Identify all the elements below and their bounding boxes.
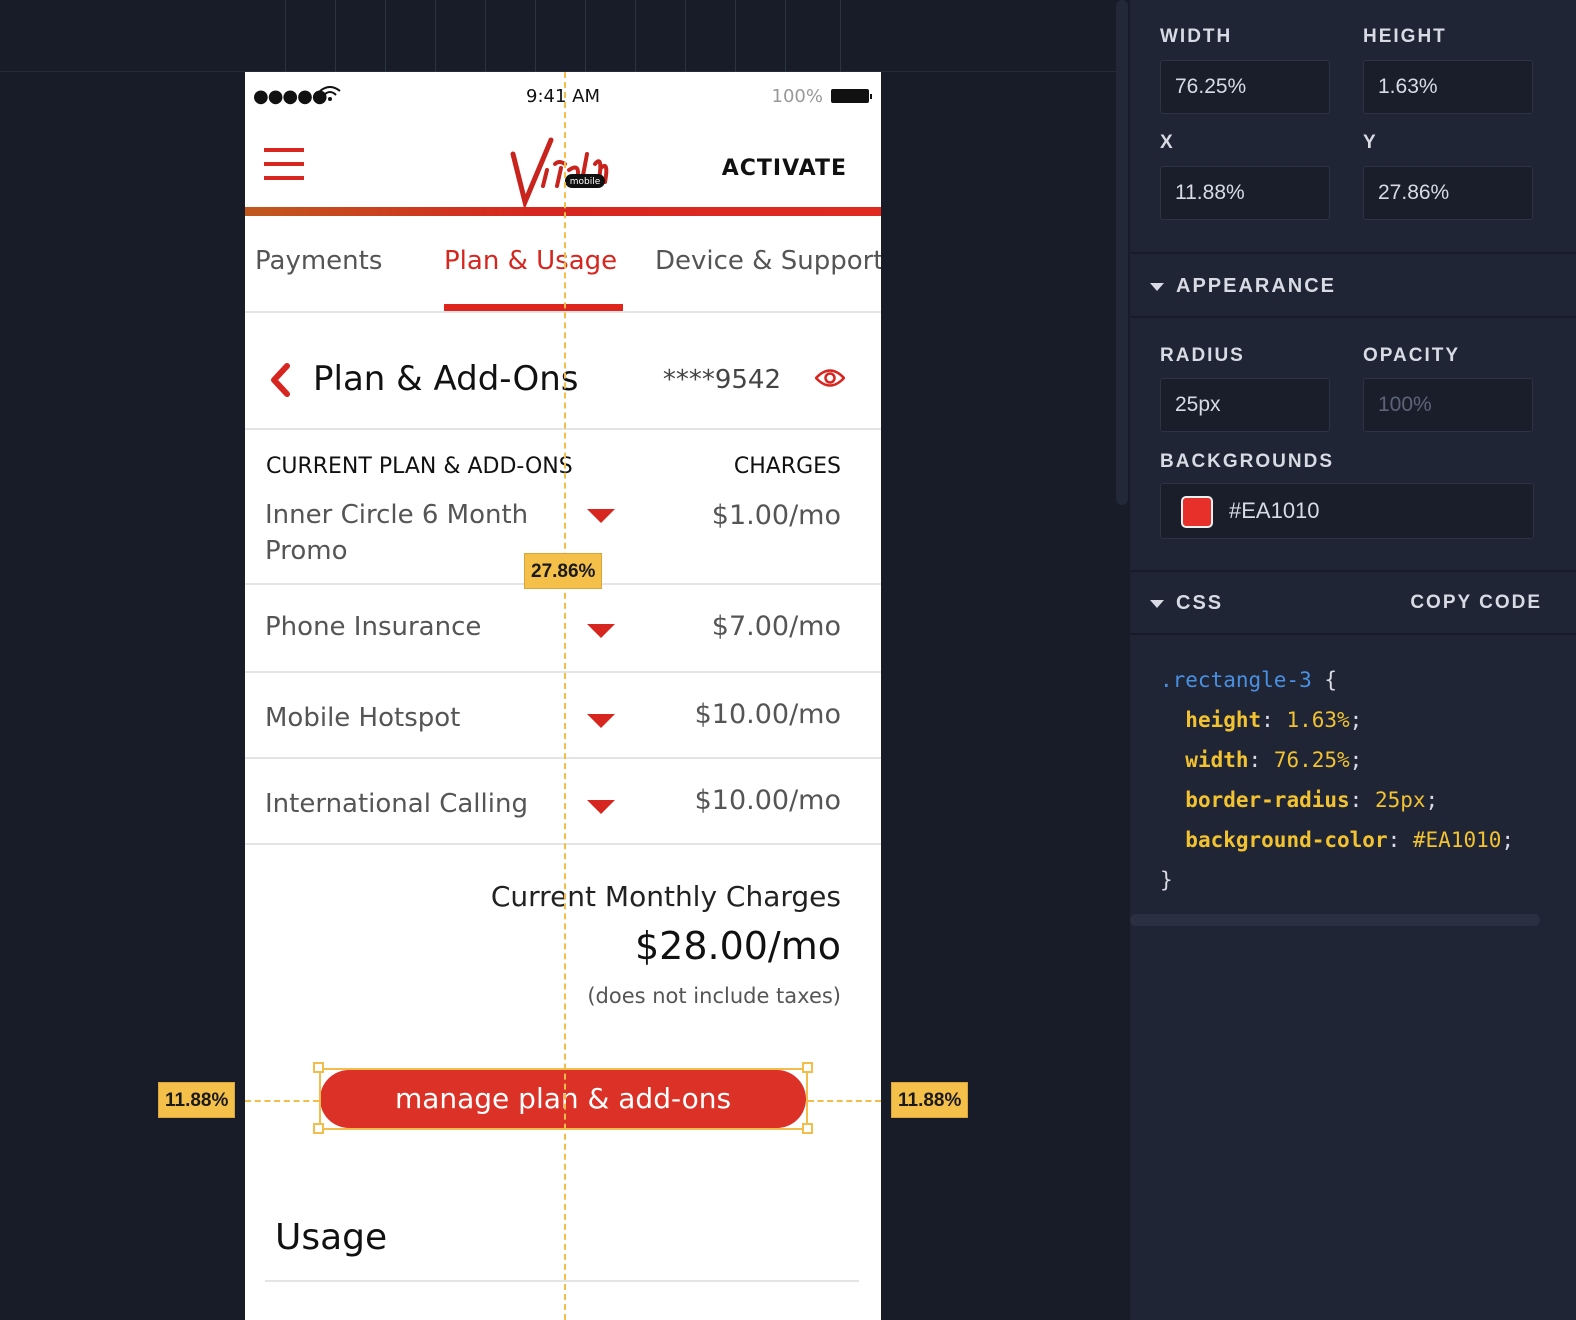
panel-scrollbar[interactable]	[1130, 914, 1540, 926]
ruler-tick	[285, 0, 286, 72]
battery-icon	[831, 89, 872, 103]
brand-bar	[245, 207, 881, 216]
phone-artboard[interactable]: ●●●●● 9:41 AM 100% mobile ACTIVATE Payme…	[245, 72, 881, 1320]
width-label: WIDTH	[1160, 26, 1233, 47]
appearance-label: APPEARANCE	[1176, 275, 1337, 297]
inspector-panel: WIDTH HEIGHT 76.25% 1.63% X Y 11.88% 27.…	[1130, 0, 1576, 1320]
left-offset-badge: 11.88%	[158, 1082, 236, 1118]
divider	[265, 1280, 859, 1282]
height-field[interactable]: 1.63%	[1363, 60, 1533, 114]
ruler-tick	[535, 0, 536, 72]
radius-field[interactable]: 25px	[1160, 378, 1330, 432]
css-code-block: .rectangle-3 { height: 1.63%; width: 76.…	[1160, 668, 1515, 892]
ruler-tick	[685, 0, 686, 72]
divider	[1130, 633, 1576, 635]
ruler-tick	[435, 0, 436, 72]
ruler-tick	[635, 0, 636, 72]
x-label: X	[1160, 132, 1175, 153]
total-label: Current Monthly Charges	[490, 880, 841, 913]
canvas-scrollbar[interactable]	[1116, 0, 1128, 505]
ruler-tick	[385, 0, 386, 72]
divider	[1130, 570, 1576, 572]
y-offset-badge: 27.86%	[524, 553, 603, 589]
status-bar: ●●●●● 9:41 AM 100%	[245, 72, 881, 118]
addon-charge: $7.00/mo	[711, 611, 841, 642]
radius-label: RADIUS	[1160, 345, 1245, 366]
design-inspector-app: ●●●●● 9:41 AM 100% mobile ACTIVATE Payme…	[0, 0, 1576, 1320]
horizontal-guide-right	[808, 1100, 881, 1102]
addon-name: International Calling	[265, 789, 528, 819]
tab-device-support[interactable]: Device & Support	[655, 246, 881, 276]
addon-name: Inner Circle 6 Month Promo	[265, 500, 529, 566]
background-hex: #EA1010	[1229, 498, 1320, 523]
triangle-down-icon	[1150, 282, 1164, 291]
resize-handle[interactable]	[802, 1123, 813, 1134]
copy-code-button[interactable]: COPY CODE	[1410, 592, 1542, 614]
horizontal-guide-left	[245, 1100, 319, 1102]
resize-handle[interactable]	[313, 1123, 324, 1134]
selection-box[interactable]	[319, 1068, 808, 1130]
total-amount: $28.00/mo	[634, 924, 841, 968]
activate-link[interactable]: ACTIVATE	[722, 156, 847, 181]
x-field[interactable]: 11.88%	[1160, 166, 1330, 220]
tab-plan-usage[interactable]: Plan & Usage	[444, 246, 617, 276]
caret-down-icon[interactable]	[586, 508, 616, 524]
active-tab-indicator	[444, 304, 623, 311]
css-selector: .rectangle-3	[1160, 668, 1312, 692]
ruler-tick	[485, 0, 486, 72]
ruler-tick	[335, 0, 336, 72]
hamburger-menu-icon[interactable]	[264, 148, 304, 182]
app-header: mobile ACTIVATE	[245, 118, 881, 210]
divider	[1130, 316, 1576, 318]
caret-down-icon[interactable]	[586, 799, 616, 815]
battery-percent: 100%	[771, 86, 823, 107]
addon-charge: $1.00/mo	[711, 500, 841, 531]
resize-handle[interactable]	[313, 1062, 324, 1073]
chevron-left-icon[interactable]	[269, 363, 291, 397]
height-label: HEIGHT	[1363, 26, 1447, 47]
addon-name: Phone Insurance	[265, 612, 482, 642]
y-field[interactable]: 27.86%	[1363, 166, 1533, 220]
tab-bar: Payments Plan & Usage Device & Support	[245, 216, 881, 313]
addon-charge: $10.00/mo	[694, 785, 841, 816]
ruler-tick	[735, 0, 736, 72]
column-header-charges: CHARGES	[733, 454, 841, 479]
resize-handle[interactable]	[802, 1062, 813, 1073]
caret-down-icon[interactable]	[586, 713, 616, 729]
right-offset-badge: 11.88%	[891, 1082, 969, 1118]
section-header: Plan & Add-Ons ****9542	[245, 315, 881, 430]
vertical-guide	[564, 72, 566, 1320]
ruler-tick	[785, 0, 786, 72]
ruler-tick	[585, 0, 586, 72]
virgin-mobile-logo: mobile	[510, 137, 609, 210]
triangle-down-icon	[1150, 599, 1164, 608]
table-row: Mobile Hotspot $10.00/mo	[245, 673, 881, 759]
appearance-toggle[interactable]: APPEARANCE	[1150, 275, 1336, 298]
background-color-field[interactable]: #EA1010	[1160, 483, 1534, 539]
css-label: CSS	[1176, 592, 1224, 614]
width-field[interactable]: 76.25%	[1160, 60, 1330, 114]
logo-sub: mobile	[570, 177, 601, 187]
color-swatch[interactable]	[1181, 496, 1213, 528]
canvas-ruler	[0, 0, 1116, 72]
css-toggle[interactable]: CSS	[1150, 592, 1223, 615]
table-row: Phone Insurance $7.00/mo	[245, 585, 881, 673]
column-header-plan: CURRENT PLAN & ADD-ONS	[266, 454, 573, 479]
ruler-tick	[840, 0, 841, 72]
backgrounds-label: BACKGROUNDS	[1160, 451, 1334, 472]
opacity-label: OPACITY	[1363, 345, 1461, 366]
page-title: Plan & Add-Ons	[313, 359, 579, 399]
y-label: Y	[1363, 132, 1378, 153]
divider	[1130, 252, 1576, 254]
addon-charge: $10.00/mo	[694, 699, 841, 730]
caret-down-icon[interactable]	[586, 623, 616, 639]
tax-note: (does not include taxes)	[587, 984, 841, 1008]
usage-heading: Usage	[275, 1217, 388, 1258]
table-row: International Calling $10.00/mo	[245, 759, 881, 845]
masked-account-number: ****9542	[662, 365, 781, 395]
opacity-field[interactable]: 100%	[1363, 378, 1533, 432]
addon-name: Mobile Hotspot	[265, 703, 461, 733]
tab-payments[interactable]: Payments	[255, 246, 382, 276]
eye-icon[interactable]	[815, 366, 845, 390]
